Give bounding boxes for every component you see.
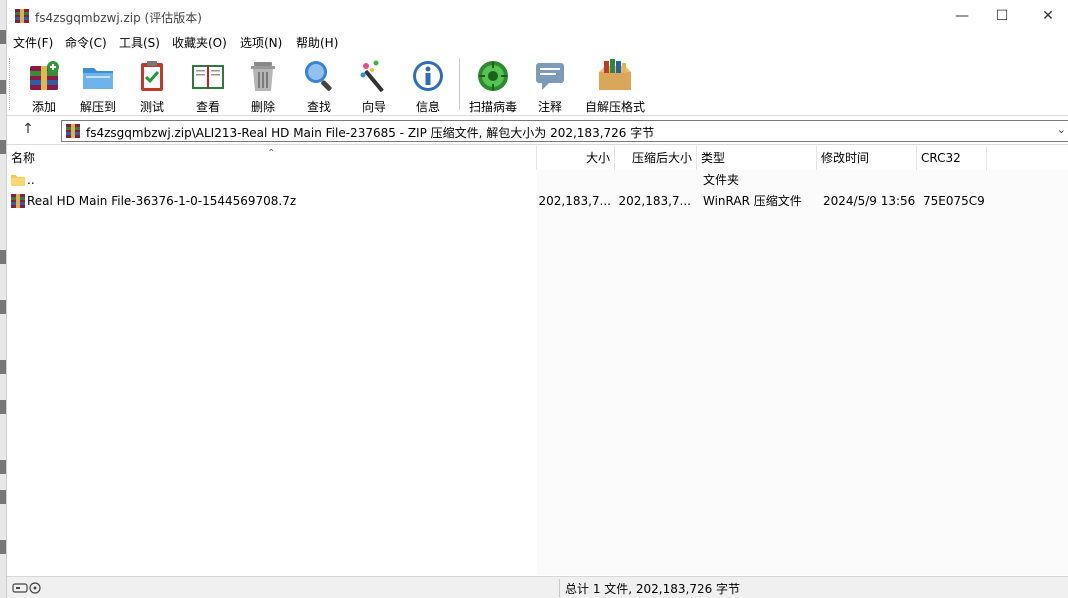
sfx-box-icon [599, 59, 631, 90]
address-row: ↑ fs4zsgqmbzwj.zip\ALI213-Real HD Main F… [7, 117, 1068, 145]
title-bar: fs4zsgqmbzwj.zip (评估版本) — ☐ ✕ [7, 0, 1068, 32]
comment-button[interactable]: 注释 [523, 56, 577, 114]
magic-wand-icon [360, 60, 384, 92]
test-clipboard-icon [141, 61, 163, 91]
menu-options[interactable]: 选项(N) [240, 34, 282, 51]
item-modified: 2024/5/9 13:56 [823, 194, 916, 208]
virus-scan-button[interactable]: 扫描病毒 [466, 56, 520, 114]
folder-icon [11, 175, 25, 186]
find-label: 查找 [306, 100, 331, 114]
wizard-label: 向导 [361, 100, 386, 114]
add-label: 添加 [31, 100, 56, 114]
item-type: WinRAR 压缩文件 [703, 194, 802, 208]
extract-to-label: 解压到 [79, 100, 116, 114]
add-button[interactable]: 添加 [17, 56, 71, 114]
item-type: 文件夹 [703, 173, 740, 187]
drive-status-icon [12, 582, 41, 594]
chevron-down-icon[interactable]: ⌄ [1057, 123, 1066, 136]
sort-ascending-icon: ⌃ [267, 148, 276, 159]
close-button[interactable]: ✕ [1025, 0, 1068, 32]
menu-file[interactable]: 文件(F) [13, 34, 53, 51]
toolbar-separator [459, 58, 460, 110]
status-separator [559, 579, 560, 597]
column-packed[interactable]: 压缩后大小 [615, 146, 697, 170]
comment-label: 注释 [537, 100, 562, 114]
status-summary: 总计 1 文件, 202,183,726 字节 [565, 582, 741, 596]
column-type[interactable]: 类型 [697, 146, 817, 170]
address-bar[interactable]: fs4zsgqmbzwj.zip\ALI213-Real HD Main Fil… [61, 120, 1068, 142]
column-size[interactable]: 大小 [537, 146, 615, 170]
column-modified[interactable]: 修改时间 [817, 146, 917, 170]
magnifier-icon [305, 61, 332, 91]
delete-button[interactable]: 删除 [236, 56, 290, 114]
list-item-parent[interactable]: .. 文件夹 [7, 170, 1068, 191]
find-button[interactable]: 查找 [292, 56, 346, 114]
delete-label: 删除 [250, 100, 275, 114]
virus-scan-label: 扫描病毒 [468, 100, 517, 114]
file-list-header: 名称 ⌃ 大小 压缩后大小 类型 修改时间 CRC32 [7, 146, 1068, 170]
menu-help[interactable]: 帮助(H) [296, 34, 338, 51]
info-button[interactable]: 信息 [401, 56, 455, 114]
list-item-archive[interactable]: Real HD Main File-36376-1-0-1544569708.7… [7, 191, 1068, 212]
sfx-button[interactable]: 自解压格式 [580, 56, 650, 114]
address-path: fs4zsgqmbzwj.zip\ALI213-Real HD Main Fil… [86, 126, 655, 140]
column-crc[interactable]: CRC32 [917, 146, 987, 170]
item-name: .. [27, 173, 35, 187]
toolbar-grip [9, 58, 13, 110]
test-label: 测试 [139, 100, 164, 114]
toolbar: 添加 解压到 测试 查看 删除 查找 向导 信息 扫描病毒 注释 自解压格式 [7, 52, 1068, 116]
extract-to-button[interactable]: 解压到 [71, 56, 125, 114]
details-columns-background [537, 170, 1068, 575]
comment-icon [536, 63, 564, 90]
extract-folder-icon [83, 68, 113, 89]
item-packed: 202,183,7... [618, 194, 691, 208]
view-label: 查看 [195, 100, 220, 114]
add-archive-icon [30, 61, 59, 90]
menu-favorites[interactable]: 收藏夹(O) [172, 34, 227, 51]
item-name: Real HD Main File-36376-1-0-1544569708.7… [27, 194, 297, 208]
menu-bar: 文件(F) 命令(C) 工具(S) 收藏夹(O) 选项(N) 帮助(H) [7, 32, 1068, 52]
sfx-label: 自解压格式 [584, 100, 645, 114]
view-book-icon [192, 65, 224, 89]
item-size: 202,183,7... [538, 194, 611, 208]
winrar-window: fs4zsgqmbzwj.zip (评估版本) — ☐ ✕ 文件(F) 命令(C… [6, 0, 1068, 598]
trash-can-icon [251, 62, 275, 91]
info-label: 信息 [415, 100, 440, 114]
file-list: .. 文件夹 Real HD Main File-36376-1-0-15445… [7, 170, 1068, 575]
up-folder-button[interactable]: ↑ [17, 121, 39, 141]
item-crc: 75E075C9 [923, 194, 985, 208]
menu-tools[interactable]: 工具(S) [119, 34, 160, 51]
zip-archive-icon [66, 124, 80, 138]
wizard-button[interactable]: 向导 [347, 56, 401, 114]
column-name[interactable]: 名称 ⌃ [7, 146, 537, 170]
status-bar: 总计 1 文件, 202,183,726 字节 [7, 576, 1068, 598]
column-name-label: 名称 [11, 151, 36, 165]
maximize-button[interactable]: ☐ [979, 0, 1025, 32]
info-icon [413, 61, 443, 91]
menu-commands[interactable]: 命令(C) [65, 34, 107, 51]
test-button[interactable]: 测试 [125, 56, 179, 114]
window-title: fs4zsgqmbzwj.zip (评估版本) [35, 11, 202, 25]
virus-scan-icon [478, 61, 508, 91]
rar-archive-icon [11, 194, 25, 208]
winrar-app-icon [15, 9, 29, 23]
view-button[interactable]: 查看 [181, 56, 235, 114]
